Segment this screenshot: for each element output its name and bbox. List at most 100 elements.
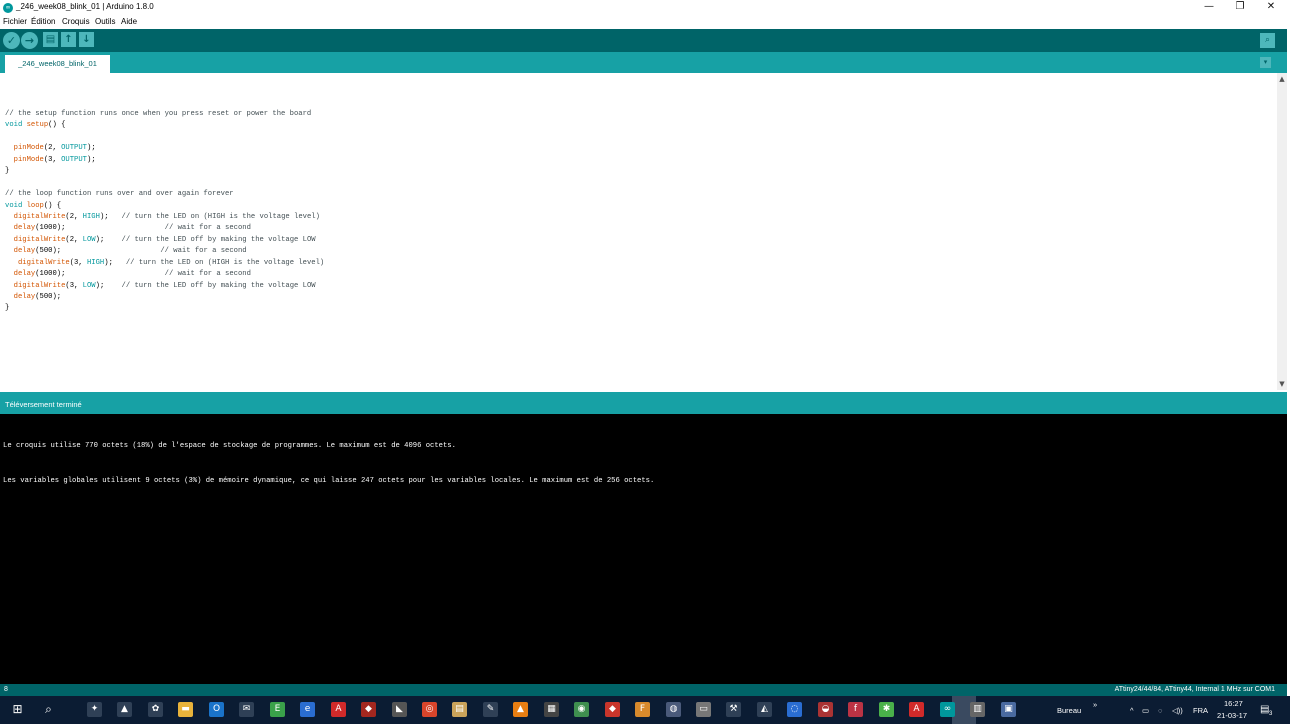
menu-aide[interactable]: Aide [121, 17, 137, 26]
code-line[interactable]: digitalWrite(3, LOW); // turn the LED of… [5, 281, 324, 292]
acrobat-icon[interactable]: A [331, 702, 346, 717]
menu-fichier[interactable]: Fichier [3, 17, 27, 26]
open-sketch-button[interactable]: ↑ [61, 32, 76, 47]
tab-menu-button[interactable]: ▾ [1260, 57, 1271, 68]
code-line[interactable]: } [5, 303, 324, 314]
tray-expand-icon[interactable]: ^ [1130, 706, 1134, 715]
menu-outils[interactable]: Outils [95, 17, 115, 26]
new-sketch-button[interactable]: ▤ [43, 32, 58, 47]
agent-icon[interactable]: ✿ [148, 702, 163, 717]
desktop-toolbar-label[interactable]: Bureau [1057, 706, 1081, 715]
menu-edition[interactable]: Édition [31, 17, 55, 26]
fritzing-icon[interactable]: f [848, 702, 863, 717]
clock-time[interactable]: 16:27 [1224, 699, 1243, 708]
code-line[interactable]: void loop() { [5, 201, 324, 212]
code-line[interactable]: pinMode(3, OUTPUT); [5, 155, 324, 166]
autodesk-icon[interactable]: A [909, 702, 924, 717]
scroll-up-icon[interactable]: ▲ [1278, 75, 1286, 83]
leaf-app-icon[interactable]: ✱ [879, 702, 894, 717]
code-editor[interactable]: // the setup function runs once when you… [0, 73, 1287, 390]
steam-icon[interactable]: ◍ [666, 702, 681, 717]
edge-icon[interactable]: e [300, 702, 315, 717]
notepad-icon[interactable]: ▤ [452, 702, 467, 717]
pen-tool-icon[interactable]: ✎ [483, 702, 498, 717]
file-explorer-icon[interactable]: ▬ [178, 702, 193, 717]
save-sketch-button[interactable]: ↓ [79, 32, 94, 47]
cortana-icon[interactable]: ✦ [87, 702, 102, 717]
vlc-icon[interactable]: ▲ [513, 702, 528, 717]
code-line[interactable] [5, 178, 324, 189]
code-line[interactable]: delay(500); [5, 292, 324, 303]
code-token: digitalWrite [13, 212, 66, 221]
code-line[interactable]: } [5, 166, 324, 177]
code-line[interactable]: digitalWrite(3, HIGH); // turn the LED o… [5, 258, 324, 269]
notification-count-badge: 3 [1269, 711, 1273, 717]
code-line[interactable]: delay(500); // wait for a second [5, 246, 324, 257]
keyboard-app-icon[interactable]: ▭ [696, 702, 711, 717]
tab-sketch[interactable]: _246_week08_blink_01 [5, 55, 110, 73]
menu-croquis[interactable]: Croquis [62, 17, 90, 26]
navigation-app-icon[interactable]: ◭ [757, 702, 772, 717]
outlook-icon[interactable]: O [209, 702, 224, 717]
tool-app-icon[interactable]: ⚒ [726, 702, 741, 717]
printer-app-icon[interactable]: ▥ [970, 702, 985, 717]
photos-icon[interactable]: ▲ [117, 702, 132, 717]
code-line[interactable]: void setup() { [5, 120, 324, 131]
close-button[interactable]: ✕ [1255, 0, 1287, 15]
code-token: pinMode [13, 144, 44, 153]
start-button-icon[interactable]: ⊞ [10, 702, 25, 717]
code-token: // turn the LED off by making the voltag… [121, 235, 316, 244]
f-app-icon[interactable]: F [635, 702, 650, 717]
upload-button[interactable]: → [21, 32, 38, 49]
inkscape-icon[interactable]: ◣ [392, 702, 407, 717]
code-token: (2, [43, 144, 62, 153]
window-title: _246_week08_blink_01 | Arduino 1.8.0 [16, 2, 154, 11]
chrome-icon[interactable]: ◎ [422, 702, 437, 717]
cube-app-icon[interactable]: ◆ [361, 702, 376, 717]
language-indicator[interactable]: FRA [1193, 706, 1208, 715]
code-token: (2, [65, 235, 83, 244]
console-output[interactable]: Le croquis utilise 770 octets (18%) de l… [0, 414, 1287, 684]
code-line[interactable]: // the loop function runs over and over … [5, 189, 324, 200]
clock-date[interactable]: 21-03-17 [1217, 711, 1247, 720]
code-line[interactable]: delay(1000); // wait for a second [5, 269, 324, 280]
code-line[interactable]: digitalWrite(2, HIGH); // turn the LED o… [5, 212, 324, 223]
code-token: digitalWrite [13, 281, 66, 290]
code-line[interactable]: pinMode(2, OUTPUT); [5, 143, 324, 154]
console-line: Le croquis utilise 770 octets (18%) de l… [3, 442, 456, 450]
battery-icon[interactable]: ▭ [1142, 706, 1149, 715]
evernote-icon[interactable]: E [270, 702, 285, 717]
code-text[interactable]: // the setup function runs once when you… [5, 109, 324, 315]
editor-scrollbar[interactable]: ▲ ▼ [1277, 73, 1287, 390]
code-line[interactable] [5, 132, 324, 143]
code-token: (1000); [35, 224, 165, 233]
remote-app-icon[interactable]: ▣ [1001, 702, 1016, 717]
toolbar-overflow-icon[interactable]: » [1093, 700, 1097, 709]
volume-icon[interactable]: ◁)) [1172, 706, 1183, 715]
code-token: // wait for a second [164, 270, 251, 279]
sync-app-icon[interactable]: ◌ [787, 702, 802, 717]
minimize-button[interactable]: — [1193, 0, 1225, 15]
git-icon[interactable]: ◆ [605, 702, 620, 717]
code-line[interactable]: digitalWrite(2, LOW); // turn the LED of… [5, 235, 324, 246]
search-icon[interactable]: ⌕ [41, 702, 56, 717]
calculator-icon[interactable]: ▦ [544, 702, 559, 717]
eye-app-icon[interactable]: ◒ [818, 702, 833, 717]
code-line[interactable]: // the setup function runs once when you… [5, 109, 324, 120]
code-line[interactable]: delay(1000); // wait for a second [5, 223, 324, 234]
code-token: delay [13, 247, 36, 256]
scroll-down-icon[interactable]: ▼ [1278, 380, 1286, 388]
maximize-button[interactable]: ❐ [1224, 0, 1256, 15]
globe-app-icon[interactable]: ◉ [574, 702, 589, 717]
mail-icon[interactable]: ✉ [239, 702, 254, 717]
verify-button[interactable]: ✓ [3, 32, 20, 49]
wifi-icon[interactable]: ◌ [1158, 706, 1162, 715]
arduino-taskbar-icon[interactable]: ∞ [940, 702, 955, 717]
serial-monitor-button[interactable]: ⌕ [1260, 33, 1275, 48]
status-bar: Téléversement terminé [0, 392, 1287, 414]
